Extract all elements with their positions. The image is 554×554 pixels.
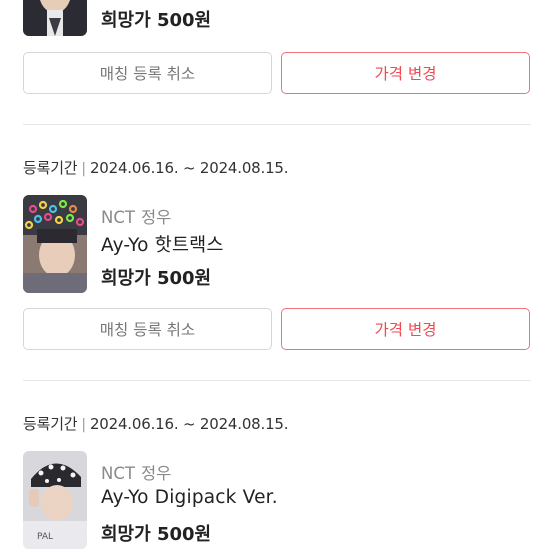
artist-name: NCT 정우	[101, 460, 171, 484]
wish-price: 희망가 500원	[101, 268, 212, 289]
photocard-image: PAL	[23, 451, 87, 549]
photocard-thumbnail[interactable]	[23, 195, 87, 293]
registration-period: 등록기간 | 2024.06.16. ~ 2024.08.15.	[23, 157, 289, 178]
cancel-matching-button[interactable]: 매칭 등록 취소	[23, 52, 272, 94]
period-range: 2024.06.16. ~ 2024.08.15.	[89, 159, 289, 177]
artist-member: 정우	[140, 464, 172, 483]
photocard-thumbnail[interactable]	[23, 0, 87, 36]
photocard-thumbnail[interactable]: PAL	[23, 451, 87, 549]
artist-member: 정우	[140, 208, 172, 227]
item-title: Ay-Yo Digipack Ver.	[101, 487, 278, 508]
change-price-button[interactable]: 가격 변경	[281, 308, 530, 350]
period-separator: |	[81, 161, 86, 177]
artist-group: NCT	[101, 464, 135, 483]
wish-price: 희망가 500원	[101, 524, 212, 545]
divider	[23, 124, 531, 125]
change-price-button[interactable]: 가격 변경	[281, 52, 530, 94]
artist-name: NCT 정우	[101, 204, 171, 228]
photocard-image	[23, 195, 87, 293]
artist-group: NCT	[101, 208, 135, 227]
cancel-matching-button[interactable]: 매칭 등록 취소	[23, 308, 272, 350]
item-title: Ay-Yo 핫트랙스	[101, 235, 224, 256]
photocard-image	[23, 0, 87, 36]
registration-period: 등록기간 | 2024.06.16. ~ 2024.08.15.	[23, 413, 289, 434]
period-label: 등록기간	[23, 159, 78, 177]
period-range: 2024.06.16. ~ 2024.08.15.	[89, 415, 289, 433]
divider	[23, 380, 531, 381]
wish-price: 희망가 500원	[101, 10, 212, 31]
svg-text:PAL: PAL	[37, 532, 53, 542]
period-separator: |	[81, 417, 86, 433]
period-label: 등록기간	[23, 415, 78, 433]
